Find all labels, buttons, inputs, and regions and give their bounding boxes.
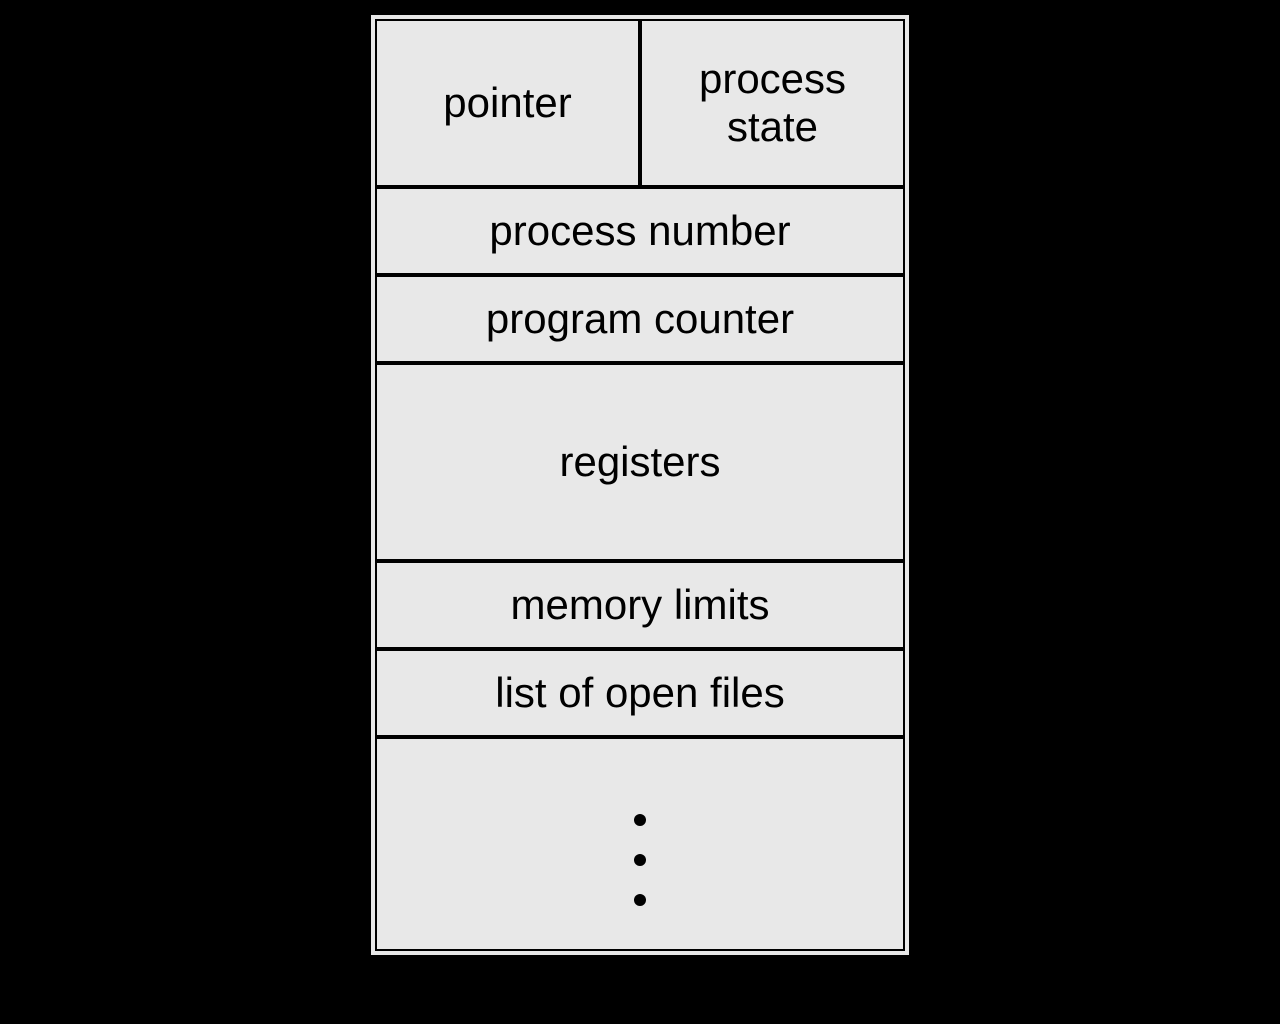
- pcb-row-program-counter: program counter: [377, 277, 903, 365]
- ellipsis-dot-icon: [634, 894, 646, 906]
- pcb-row-process-number: process number: [377, 189, 903, 277]
- pcb-memory-limits-label: memory limits: [511, 581, 770, 629]
- pcb-inner-border: pointer process state process number pro…: [375, 19, 905, 951]
- pcb-row-open-files: list of open files: [377, 651, 903, 739]
- pcb-process-number-cell: process number: [377, 189, 903, 273]
- pcb-process-number-label: process number: [489, 207, 790, 255]
- pcb-open-files-cell: list of open files: [377, 651, 903, 735]
- pcb-program-counter-label: program counter: [486, 295, 794, 343]
- pcb-pointer-cell: pointer: [377, 21, 642, 185]
- ellipsis-dot-icon: [634, 814, 646, 826]
- pcb-open-files-label: list of open files: [495, 669, 785, 717]
- pcb-process-state-cell: process state: [642, 21, 903, 185]
- pcb-row-registers: registers: [377, 365, 903, 563]
- pcb-process-state-label: process state: [699, 55, 846, 152]
- ellipsis-dot-icon: [634, 854, 646, 866]
- pcb-row-top: pointer process state: [377, 21, 903, 189]
- pcb-registers-cell: registers: [377, 365, 903, 559]
- pcb-row-memory-limits: memory limits: [377, 563, 903, 651]
- pcb-diagram: pointer process state process number pro…: [366, 10, 914, 960]
- pcb-memory-limits-cell: memory limits: [377, 563, 903, 647]
- pcb-program-counter-cell: program counter: [377, 277, 903, 361]
- pcb-ellipsis-cell: [377, 739, 903, 949]
- pcb-pointer-label: pointer: [443, 79, 571, 127]
- pcb-row-ellipsis: [377, 739, 903, 949]
- pcb-registers-label: registers: [559, 438, 720, 486]
